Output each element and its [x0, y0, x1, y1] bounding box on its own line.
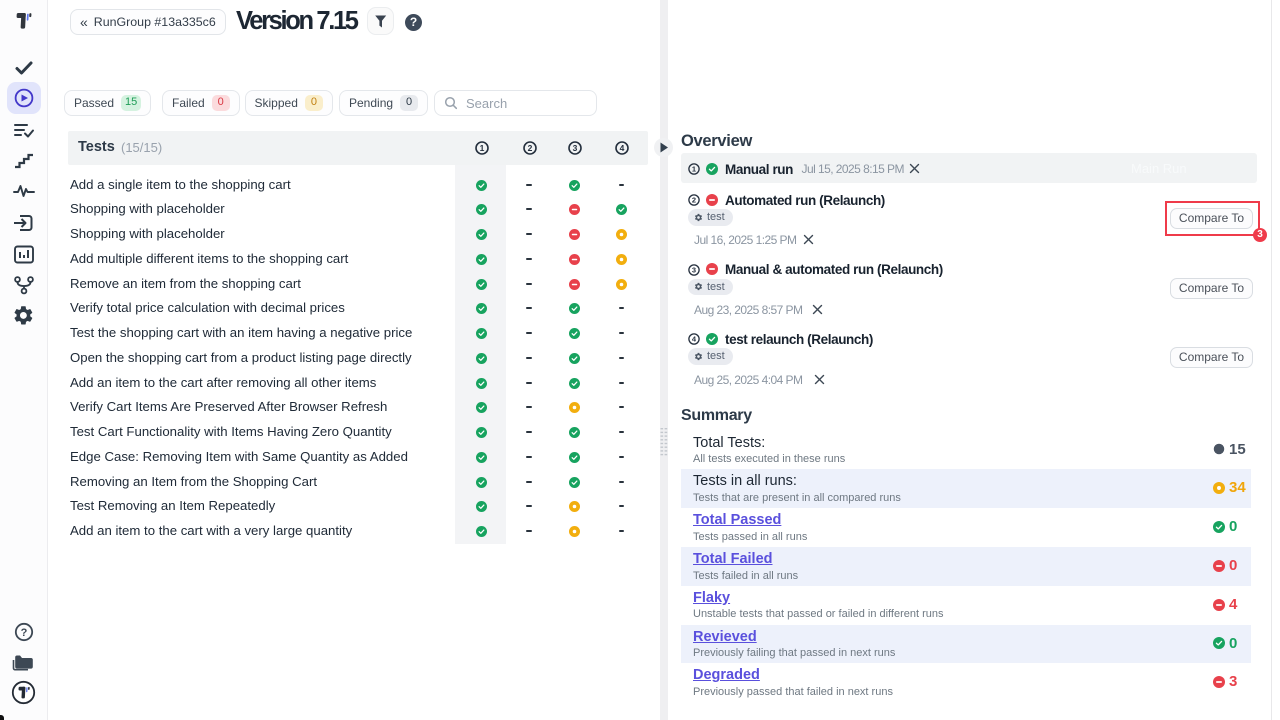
svg-text:2: 2: [692, 196, 696, 205]
svg-text:3: 3: [573, 143, 578, 153]
svg-text:4: 4: [692, 335, 697, 344]
svg-text:4: 4: [620, 143, 625, 153]
svg-text:1: 1: [692, 165, 696, 174]
svg-text:?: ?: [21, 627, 28, 639]
svg-text:1: 1: [479, 143, 484, 153]
svg-text:2: 2: [527, 143, 532, 153]
svg-text:3: 3: [692, 265, 696, 274]
